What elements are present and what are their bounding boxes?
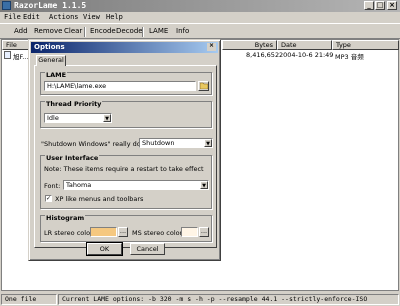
minimize-button[interactable]: _: [364, 1, 374, 10]
decode-button[interactable]: Decode: [116, 27, 143, 35]
cancel-button[interactable]: Cancel: [130, 243, 165, 255]
column-date[interactable]: Date: [277, 40, 332, 50]
info-button[interactable]: Info: [176, 27, 189, 35]
thread-priority-title: Thread Priority: [45, 100, 103, 108]
histogram-group: Histogram LR stereo color: ... MS stereo…: [40, 215, 212, 242]
xp-menus-checkbox[interactable]: ✓: [45, 195, 52, 202]
restart-note: Note: These items require a restart to t…: [44, 165, 204, 173]
xp-menus-label: XP like menus and toolbars: [55, 195, 144, 203]
window-title: RazorLame 1.1.5: [14, 1, 87, 10]
shutdown-label: "Shutdown Windows" really does:: [41, 140, 151, 148]
menu-view[interactable]: View: [83, 13, 100, 21]
status-bar: One file Current LAME options: -b 320 -m…: [0, 293, 400, 306]
row-date: 2004-10-6 21:49: [279, 51, 334, 59]
folder-icon: [199, 82, 208, 89]
ms-color-button[interactable]: ...: [199, 227, 209, 237]
lame-group-title: LAME: [45, 71, 68, 79]
chevron-down-icon[interactable]: ▼: [200, 181, 208, 189]
lame-path-input[interactable]: H:\LAME\lame.exe: [44, 81, 196, 91]
menu-file[interactable]: File: [4, 13, 21, 21]
browse-lame-button[interactable]: [198, 81, 209, 91]
thread-priority-group: Thread Priority Idle ▼: [40, 101, 212, 128]
font-label: Font:: [44, 182, 61, 190]
toolbar-separator: [142, 27, 144, 37]
tab-general[interactable]: General: [36, 55, 66, 66]
font-value: Tahoma: [66, 181, 92, 189]
status-files: One file: [1, 294, 57, 305]
maximize-button[interactable]: □: [375, 1, 385, 10]
dialog-close-icon[interactable]: ×: [207, 43, 216, 51]
menu-edit[interactable]: Edit: [23, 13, 40, 21]
title-bar: RazorLame 1.1.5 _ □ ×: [0, 0, 400, 12]
add-button[interactable]: Add: [14, 27, 28, 35]
user-interface-title: User Interface: [45, 154, 100, 162]
lr-color-swatch[interactable]: [90, 227, 117, 237]
lr-color-button[interactable]: ...: [118, 227, 128, 237]
user-interface-group: User Interface Note: These items require…: [40, 155, 212, 209]
options-dialog: Options × General LAME H:\LAME\lame.exe …: [28, 39, 221, 261]
shutdown-select[interactable]: Shutdown ▼: [139, 138, 213, 148]
toolbar-separator: [84, 27, 86, 37]
menu-actions[interactable]: Actions: [49, 13, 79, 21]
encode-button[interactable]: Encode: [90, 27, 116, 35]
general-panel: LAME H:\LAME\lame.exe Thread Priority Id…: [34, 65, 217, 248]
lame-button[interactable]: LAME: [149, 27, 168, 35]
remove-button[interactable]: Remove: [34, 27, 62, 35]
file-icon: [4, 51, 11, 59]
lr-color-label: LR stereo color:: [44, 229, 95, 237]
close-button[interactable]: ×: [387, 1, 397, 10]
status-options: Current LAME options: -b 320 -m s -h -p …: [58, 294, 399, 305]
histogram-title: Histogram: [45, 214, 86, 222]
column-bytes[interactable]: Bytes: [222, 40, 277, 50]
menu-help[interactable]: Help: [106, 13, 123, 21]
clear-button[interactable]: Clear: [64, 27, 82, 35]
row-bytes: 8,416,652: [246, 51, 280, 59]
font-select[interactable]: Tahoma ▼: [63, 180, 209, 190]
ms-color-swatch[interactable]: [181, 227, 198, 237]
ok-button[interactable]: OK: [86, 242, 123, 256]
lame-group: LAME H:\LAME\lame.exe: [40, 72, 212, 95]
chevron-down-icon[interactable]: ▼: [204, 139, 212, 147]
dialog-title: Options: [34, 43, 65, 51]
chevron-down-icon[interactable]: ▼: [103, 114, 111, 122]
dialog-title-bar: Options ×: [31, 42, 218, 53]
thread-priority-value: Idle: [47, 114, 59, 122]
row-type: MP3 音频: [335, 53, 364, 61]
toolbar: Add Remove Clear Encode Decode LAME Info: [0, 23, 400, 39]
column-type[interactable]: Type: [332, 40, 399, 50]
app-icon: [2, 1, 11, 10]
thread-priority-select[interactable]: Idle ▼: [44, 113, 112, 123]
row-file[interactable]: 旭F...: [13, 51, 28, 61]
ms-color-label: MS stereo color:: [132, 229, 185, 237]
menu-bar: File Edit Actions View Help: [0, 12, 400, 23]
shutdown-value: Shutdown: [142, 139, 175, 147]
